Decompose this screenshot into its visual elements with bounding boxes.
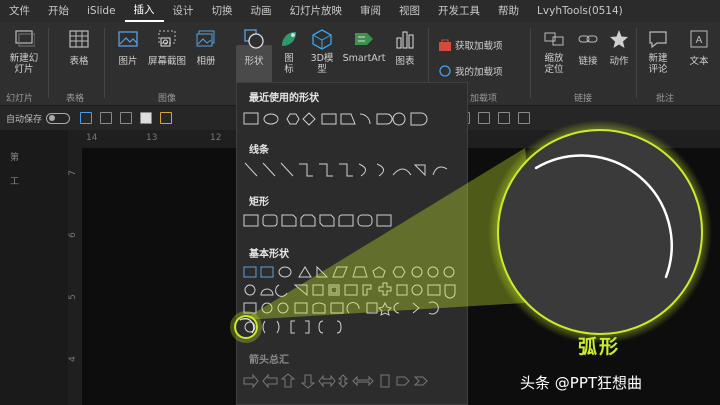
arc-shape-label: 弧形: [577, 336, 620, 358]
arc-icon-small: [239, 318, 255, 334]
watermark: 头条 @PPT狂想曲: [520, 374, 643, 392]
